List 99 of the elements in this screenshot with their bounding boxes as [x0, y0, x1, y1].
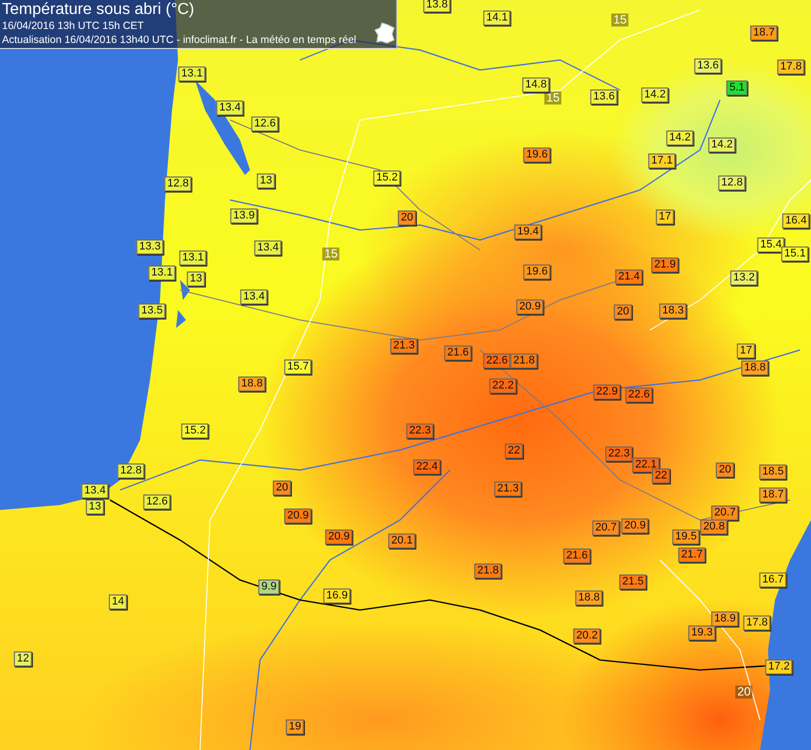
- temperature-label: 13: [256, 174, 276, 188]
- temperature-label: 13: [186, 272, 206, 286]
- temperature-label: 17: [656, 210, 674, 224]
- isoline-label: 15: [322, 248, 340, 260]
- temperature-label: 20: [614, 304, 632, 320]
- temperature-label: 18.5: [759, 464, 787, 480]
- temperature-label: 22: [504, 444, 524, 458]
- temperature-label: 12.6: [143, 494, 171, 510]
- temperature-label: 13.1: [148, 266, 176, 280]
- temperature-label: 21.7: [678, 548, 706, 562]
- temperature-label: 15.1: [781, 246, 809, 262]
- temperature-label: 19.5: [672, 530, 700, 544]
- temperature-label: 16.7: [759, 572, 787, 588]
- temperature-label: 17.1: [648, 154, 676, 168]
- temperature-label: 13.4: [254, 240, 282, 256]
- temperature-label: 14.8: [522, 78, 550, 92]
- isoline-label: 15: [544, 92, 562, 104]
- temperature-label: 12: [14, 652, 32, 666]
- temperature-label: 22.6: [483, 354, 511, 368]
- temperature-label: 21.6: [444, 346, 472, 360]
- temperature-label: 18.7: [759, 488, 787, 502]
- temperature-label: 13.8: [423, 0, 451, 12]
- isoline-label: 15: [611, 14, 629, 26]
- map-title: Température sous abri (°C): [2, 0, 196, 19]
- temperature-label: 14.1: [483, 10, 511, 26]
- temperature-label: 21.5: [619, 574, 647, 590]
- temperature-label: 13.6: [590, 90, 618, 104]
- temperature-label: 22.2: [489, 378, 517, 394]
- temperature-label: 20.7: [592, 520, 620, 536]
- temperature-label: 18.9: [711, 612, 739, 626]
- temperature-label: 20.9: [284, 508, 312, 524]
- temperature-label: 21.3: [390, 338, 418, 354]
- update-line: Actualisation 16/04/2016 13h40 UTC - infoclimat.fr - La météo en temps réel: [2, 33, 358, 47]
- temperature-label: 15.7: [284, 360, 312, 374]
- temperature-label: 18.8: [575, 590, 603, 606]
- france-map-icon: [374, 22, 396, 44]
- isoline-label: 20: [735, 686, 753, 698]
- temperature-label: 20.9: [621, 518, 649, 534]
- temperature-label: 17.2: [765, 660, 793, 674]
- temperature-label: 19.4: [514, 224, 542, 240]
- temperature-label: 12.8: [117, 464, 145, 478]
- temperature-label: 21.8: [510, 354, 538, 368]
- timestamp: 16/04/2016 13h UTC 15h CET: [2, 19, 145, 33]
- temperature-label: 20.7: [711, 506, 739, 520]
- temperature-label: 22.3: [406, 424, 434, 438]
- temperature-label: 13.4: [81, 484, 109, 498]
- temperature-label: 20: [398, 210, 416, 226]
- temperature-label: 17.8: [777, 60, 805, 74]
- temperature-label: 13.6: [694, 58, 722, 74]
- temperature-label: 22.3: [605, 446, 633, 462]
- temperature-label: 12.6: [251, 116, 279, 132]
- temperature-label: 22.6: [625, 388, 653, 402]
- temperature-label: 15.2: [181, 424, 209, 438]
- temperature-label: 19.6: [523, 148, 551, 162]
- temperature-label: 21.4: [615, 270, 643, 284]
- temperature-label: 13.5: [138, 304, 166, 318]
- temperature-label: 19.3: [688, 626, 716, 640]
- temperature-label: 13.1: [178, 66, 206, 82]
- temperature-label: 17.8: [743, 616, 771, 630]
- temperature-label: 20: [716, 462, 734, 478]
- temperature-label: 20.9: [325, 530, 353, 544]
- temperature-label: 13.3: [136, 240, 164, 254]
- temperature-label: 13.1: [179, 250, 207, 266]
- temperature-label: 21.3: [494, 482, 522, 496]
- temperature-label: 22.9: [593, 384, 621, 400]
- temperature-label: 13.9: [230, 208, 258, 224]
- temperature-label: 13: [86, 500, 104, 514]
- temperature-label: 18.7: [750, 26, 778, 40]
- temperature-label: 20.1: [388, 534, 416, 548]
- temperature-label: 14.2: [708, 138, 736, 152]
- temperature-label: 12.8: [718, 176, 746, 190]
- temperature-label: 20: [272, 480, 292, 496]
- temperature-label: 19.6: [523, 264, 551, 280]
- temperature-label: 21.9: [651, 258, 679, 272]
- temperature-label: 16.9: [323, 588, 351, 604]
- temperature-label: 5.1: [726, 80, 748, 96]
- temperature-label: 18.3: [659, 304, 687, 318]
- temperature-label: 14: [108, 594, 128, 610]
- temperature-label: 13.4: [240, 290, 268, 304]
- temperature-label: 16.4: [782, 214, 810, 228]
- temperature-label: 14.2: [666, 130, 694, 146]
- temperature-label: 15.2: [373, 170, 401, 186]
- temperature-label: 20.2: [573, 628, 601, 644]
- temperature-label: 17: [736, 344, 756, 358]
- temperature-label: 22: [652, 468, 670, 484]
- temperature-label: 19: [286, 720, 304, 734]
- temperature-label: 13.2: [730, 270, 758, 286]
- temperature-label: 14.2: [641, 88, 669, 102]
- temperature-label: 20.8: [700, 520, 728, 534]
- temperature-label: 20.9: [516, 300, 544, 314]
- temperature-label: 12.8: [164, 176, 192, 192]
- temperature-label: 18.8: [741, 360, 769, 376]
- temperature-label: 15.4: [757, 238, 785, 252]
- temperature-label: 21.8: [474, 564, 502, 578]
- temperature-label: 9.9: [258, 580, 280, 594]
- temperature-label: 21.6: [563, 548, 591, 564]
- temperature-label: 22.4: [413, 460, 441, 474]
- temperature-label: 18.8: [238, 376, 266, 392]
- temperature-label: 13.4: [216, 100, 244, 116]
